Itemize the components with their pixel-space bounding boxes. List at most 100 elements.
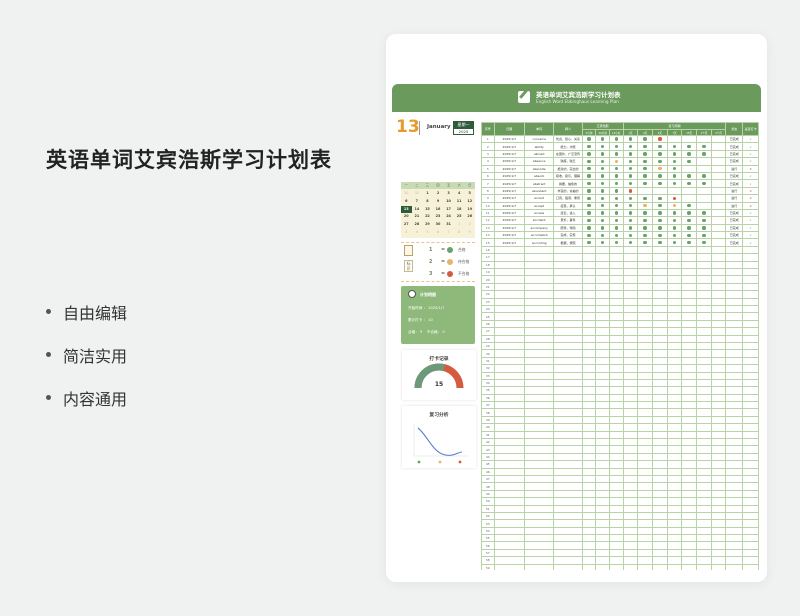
empty-cell[interactable] bbox=[742, 341, 759, 351]
empty-cell[interactable] bbox=[553, 327, 583, 336]
review-mark-cell[interactable] bbox=[637, 171, 653, 181]
empty-cell[interactable] bbox=[595, 534, 610, 543]
empty-cell[interactable] bbox=[651, 393, 668, 403]
review-mark-cell[interactable] bbox=[595, 149, 610, 159]
empty-cell[interactable] bbox=[622, 275, 639, 284]
table-row-empty[interactable]: 21 bbox=[481, 282, 759, 292]
review-mark-cell[interactable] bbox=[681, 208, 698, 218]
review-mark-cell[interactable] bbox=[651, 201, 668, 210]
empty-cell[interactable] bbox=[493, 364, 526, 373]
empty-cell[interactable] bbox=[608, 408, 624, 417]
empty-cell[interactable] bbox=[553, 268, 583, 277]
empty-cell[interactable] bbox=[725, 563, 744, 570]
empty-cell[interactable] bbox=[696, 334, 712, 343]
table-row-empty[interactable]: 37 bbox=[481, 401, 759, 410]
empty-cell[interactable] bbox=[595, 327, 610, 336]
empty-cell[interactable] bbox=[637, 290, 653, 299]
review-mark-cell[interactable] bbox=[710, 186, 727, 196]
review-mark-cell[interactable] bbox=[581, 171, 597, 181]
review-mark-cell[interactable] bbox=[696, 186, 712, 196]
empty-cell[interactable] bbox=[595, 364, 610, 373]
empty-cell[interactable] bbox=[493, 541, 526, 550]
empty-cell[interactable] bbox=[710, 268, 727, 277]
empty-cell[interactable] bbox=[493, 423, 526, 432]
review-mark-cell[interactable] bbox=[637, 208, 653, 218]
empty-cell[interactable] bbox=[608, 319, 624, 329]
calendar-day[interactable]: 18 bbox=[454, 206, 465, 214]
empty-cell[interactable] bbox=[696, 534, 712, 543]
calendar-day[interactable]: 8 bbox=[422, 198, 433, 206]
empty-cell[interactable] bbox=[622, 504, 639, 513]
review-mark-cell[interactable] bbox=[637, 142, 653, 151]
calendar-day[interactable]: 2 bbox=[464, 221, 475, 229]
empty-cell[interactable] bbox=[742, 460, 759, 469]
review-mark-cell[interactable] bbox=[637, 223, 653, 233]
empty-cell[interactable] bbox=[622, 260, 639, 270]
calendar-day[interactable]: 3 bbox=[401, 229, 412, 237]
empty-cell[interactable] bbox=[742, 290, 759, 299]
empty-cell[interactable] bbox=[666, 334, 683, 343]
empty-cell[interactable] bbox=[651, 245, 668, 255]
empty-cell[interactable] bbox=[523, 356, 555, 366]
empty-cell[interactable] bbox=[622, 290, 639, 299]
empty-cell[interactable] bbox=[725, 334, 744, 343]
empty-cell[interactable] bbox=[493, 526, 526, 536]
table-row[interactable]: 8 2025/1/7 abundant 丰富的，充裕的 进行 X bbox=[481, 186, 759, 196]
calendar-day[interactable]: 22 bbox=[422, 213, 433, 221]
empty-cell[interactable] bbox=[696, 253, 712, 262]
empty-cell[interactable] bbox=[651, 430, 668, 440]
table-row-empty[interactable]: 32 bbox=[481, 364, 759, 373]
empty-cell[interactable] bbox=[666, 290, 683, 299]
empty-cell[interactable] bbox=[595, 386, 610, 395]
empty-cell[interactable] bbox=[622, 415, 639, 425]
empty-cell[interactable] bbox=[622, 341, 639, 351]
empty-cell[interactable] bbox=[696, 489, 712, 499]
empty-cell[interactable] bbox=[725, 253, 744, 262]
review-mark-cell[interactable] bbox=[622, 223, 639, 233]
review-mark-cell[interactable] bbox=[696, 238, 712, 247]
review-mark-cell[interactable] bbox=[622, 231, 639, 240]
empty-cell[interactable] bbox=[696, 341, 712, 351]
empty-cell[interactable] bbox=[666, 437, 683, 447]
empty-cell[interactable] bbox=[553, 504, 583, 513]
empty-cell[interactable] bbox=[681, 245, 698, 255]
empty-cell[interactable] bbox=[493, 349, 526, 358]
empty-cell[interactable] bbox=[742, 489, 759, 499]
empty-cell[interactable] bbox=[493, 460, 526, 469]
review-mark-cell[interactable] bbox=[637, 194, 653, 203]
empty-cell[interactable] bbox=[681, 415, 698, 425]
empty-cell[interactable] bbox=[622, 408, 639, 417]
empty-cell[interactable] bbox=[523, 415, 555, 425]
empty-cell[interactable] bbox=[523, 541, 555, 550]
empty-cell[interactable] bbox=[651, 467, 668, 476]
empty-cell[interactable] bbox=[608, 393, 624, 403]
review-mark-cell[interactable] bbox=[651, 208, 668, 218]
empty-cell[interactable] bbox=[637, 489, 653, 499]
empty-cell[interactable] bbox=[595, 371, 610, 380]
empty-cell[interactable] bbox=[553, 393, 583, 403]
empty-cell[interactable] bbox=[666, 260, 683, 270]
empty-cell[interactable] bbox=[742, 393, 759, 403]
empty-cell[interactable] bbox=[742, 511, 759, 521]
empty-cell[interactable] bbox=[710, 497, 727, 506]
review-mark-cell[interactable] bbox=[581, 208, 597, 218]
empty-cell[interactable] bbox=[666, 349, 683, 358]
review-mark-cell[interactable] bbox=[595, 186, 610, 196]
empty-cell[interactable] bbox=[608, 341, 624, 351]
empty-cell[interactable] bbox=[666, 497, 683, 506]
empty-cell[interactable] bbox=[710, 460, 727, 469]
empty-cell[interactable] bbox=[742, 467, 759, 476]
review-mark-cell[interactable] bbox=[681, 238, 698, 247]
review-mark-cell[interactable] bbox=[681, 157, 698, 166]
empty-cell[interactable] bbox=[710, 364, 727, 373]
empty-cell[interactable] bbox=[710, 474, 727, 484]
empty-cell[interactable] bbox=[637, 245, 653, 255]
review-mark-cell[interactable] bbox=[608, 142, 624, 151]
empty-cell[interactable] bbox=[581, 526, 597, 536]
empty-cell[interactable] bbox=[553, 556, 583, 565]
review-mark-cell[interactable] bbox=[651, 157, 668, 166]
empty-cell[interactable] bbox=[581, 349, 597, 358]
empty-cell[interactable] bbox=[581, 282, 597, 292]
empty-cell[interactable] bbox=[622, 519, 639, 528]
empty-cell[interactable] bbox=[523, 260, 555, 270]
